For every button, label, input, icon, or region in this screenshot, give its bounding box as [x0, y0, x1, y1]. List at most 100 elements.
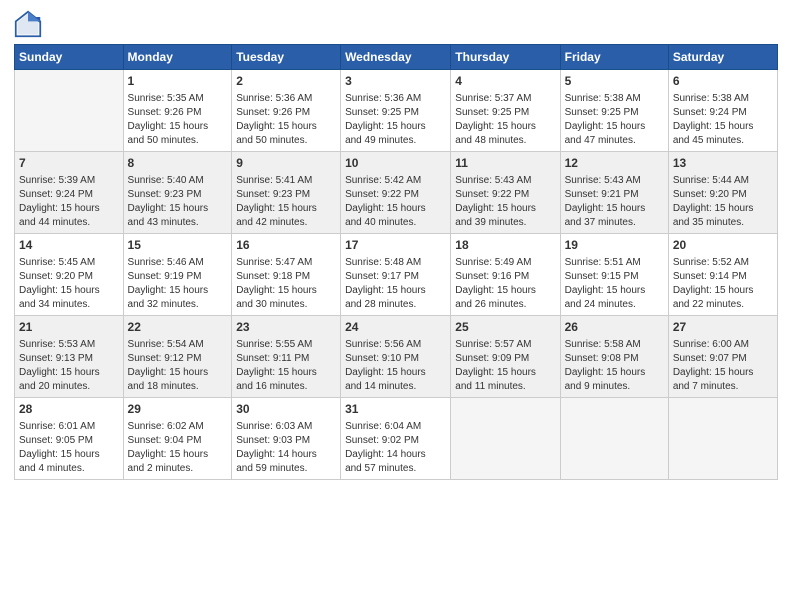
calendar-week-row: 14 Sunrise: 5:45 AM Sunset: 9:20 PM Dayli… — [15, 234, 778, 316]
cell-daylight-info: Sunrise: 5:49 AM Sunset: 9:16 PM Dayligh… — [455, 256, 555, 312]
day-number: 29 — [128, 401, 228, 418]
calendar-cell: 25 Sunrise: 5:57 AM Sunset: 9:09 PM Dayli… — [451, 316, 560, 398]
logo — [14, 10, 44, 38]
cell-daylight-info: Sunrise: 5:43 AM Sunset: 9:22 PM Dayligh… — [455, 174, 555, 230]
calendar-week-row: 21 Sunrise: 5:53 AM Sunset: 9:13 PM Dayli… — [15, 316, 778, 398]
day-number: 18 — [455, 237, 555, 254]
calendar-cell — [668, 398, 777, 480]
day-number: 10 — [345, 155, 446, 172]
cell-daylight-info: Sunrise: 5:41 AM Sunset: 9:23 PM Dayligh… — [236, 174, 336, 230]
cell-daylight-info: Sunrise: 5:52 AM Sunset: 9:14 PM Dayligh… — [673, 256, 773, 312]
calendar-cell: 9 Sunrise: 5:41 AM Sunset: 9:23 PM Daylig… — [232, 152, 341, 234]
day-number: 19 — [565, 237, 664, 254]
cell-daylight-info: Sunrise: 5:35 AM Sunset: 9:26 PM Dayligh… — [128, 92, 228, 148]
header — [14, 10, 778, 38]
calendar-cell: 24 Sunrise: 5:56 AM Sunset: 9:10 PM Dayli… — [341, 316, 451, 398]
calendar-week-row: 1 Sunrise: 5:35 AM Sunset: 9:26 PM Daylig… — [15, 70, 778, 152]
cell-daylight-info: Sunrise: 5:57 AM Sunset: 9:09 PM Dayligh… — [455, 338, 555, 394]
calendar-cell: 29 Sunrise: 6:02 AM Sunset: 9:04 PM Dayli… — [123, 398, 232, 480]
calendar-cell: 14 Sunrise: 5:45 AM Sunset: 9:20 PM Dayli… — [15, 234, 124, 316]
calendar-cell: 22 Sunrise: 5:54 AM Sunset: 9:12 PM Dayli… — [123, 316, 232, 398]
day-number: 20 — [673, 237, 773, 254]
calendar-cell: 28 Sunrise: 6:01 AM Sunset: 9:05 PM Dayli… — [15, 398, 124, 480]
day-number: 28 — [19, 401, 119, 418]
calendar-cell: 5 Sunrise: 5:38 AM Sunset: 9:25 PM Daylig… — [560, 70, 668, 152]
day-number: 27 — [673, 319, 773, 336]
calendar-cell — [451, 398, 560, 480]
calendar-cell: 10 Sunrise: 5:42 AM Sunset: 9:22 PM Dayli… — [341, 152, 451, 234]
calendar-table: SundayMondayTuesdayWednesdayThursdayFrid… — [14, 44, 778, 480]
weekday-header-tuesday: Tuesday — [232, 45, 341, 70]
calendar-week-row: 28 Sunrise: 6:01 AM Sunset: 9:05 PM Dayli… — [15, 398, 778, 480]
cell-daylight-info: Sunrise: 5:43 AM Sunset: 9:21 PM Dayligh… — [565, 174, 664, 230]
cell-daylight-info: Sunrise: 5:53 AM Sunset: 9:13 PM Dayligh… — [19, 338, 119, 394]
weekday-header-thursday: Thursday — [451, 45, 560, 70]
cell-daylight-info: Sunrise: 5:51 AM Sunset: 9:15 PM Dayligh… — [565, 256, 664, 312]
day-number: 4 — [455, 73, 555, 90]
calendar-cell: 21 Sunrise: 5:53 AM Sunset: 9:13 PM Dayli… — [15, 316, 124, 398]
day-number: 21 — [19, 319, 119, 336]
calendar-cell: 17 Sunrise: 5:48 AM Sunset: 9:17 PM Dayli… — [341, 234, 451, 316]
cell-daylight-info: Sunrise: 5:45 AM Sunset: 9:20 PM Dayligh… — [19, 256, 119, 312]
cell-daylight-info: Sunrise: 6:04 AM Sunset: 9:02 PM Dayligh… — [345, 420, 446, 476]
calendar-cell: 13Sunrise: 5:44 AM Sunset: 9:20 PM Dayli… — [668, 152, 777, 234]
calendar-cell: 23 Sunrise: 5:55 AM Sunset: 9:11 PM Dayli… — [232, 316, 341, 398]
day-number: 22 — [128, 319, 228, 336]
calendar-week-row: 7Sunrise: 5:39 AM Sunset: 9:24 PM Daylig… — [15, 152, 778, 234]
calendar-cell — [15, 70, 124, 152]
calendar-cell: 20 Sunrise: 5:52 AM Sunset: 9:14 PM Dayli… — [668, 234, 777, 316]
cell-daylight-info: Sunrise: 6:02 AM Sunset: 9:04 PM Dayligh… — [128, 420, 228, 476]
day-number: 31 — [345, 401, 446, 418]
day-number: 16 — [236, 237, 336, 254]
cell-daylight-info: Sunrise: 5:36 AM Sunset: 9:25 PM Dayligh… — [345, 92, 446, 148]
day-number: 14 — [19, 237, 119, 254]
cell-daylight-info: Sunrise: 5:37 AM Sunset: 9:25 PM Dayligh… — [455, 92, 555, 148]
day-number: 23 — [236, 319, 336, 336]
calendar-cell: 19 Sunrise: 5:51 AM Sunset: 9:15 PM Dayli… — [560, 234, 668, 316]
cell-daylight-info: Sunrise: 6:00 AM Sunset: 9:07 PM Dayligh… — [673, 338, 773, 394]
calendar-cell: 26 Sunrise: 5:58 AM Sunset: 9:08 PM Dayli… — [560, 316, 668, 398]
cell-daylight-info: Sunrise: 6:01 AM Sunset: 9:05 PM Dayligh… — [19, 420, 119, 476]
day-number: 26 — [565, 319, 664, 336]
calendar-cell: 31 Sunrise: 6:04 AM Sunset: 9:02 PM Dayli… — [341, 398, 451, 480]
cell-daylight-info: Sunrise: 5:38 AM Sunset: 9:25 PM Dayligh… — [565, 92, 664, 148]
calendar-cell: 3 Sunrise: 5:36 AM Sunset: 9:25 PM Daylig… — [341, 70, 451, 152]
cell-daylight-info: Sunrise: 5:38 AM Sunset: 9:24 PM Dayligh… — [673, 92, 773, 148]
calendar-page: SundayMondayTuesdayWednesdayThursdayFrid… — [0, 0, 792, 612]
calendar-cell: 8Sunrise: 5:40 AM Sunset: 9:23 PM Daylig… — [123, 152, 232, 234]
cell-daylight-info: Sunrise: 5:55 AM Sunset: 9:11 PM Dayligh… — [236, 338, 336, 394]
calendar-cell: 16Sunrise: 5:47 AM Sunset: 9:18 PM Dayli… — [232, 234, 341, 316]
calendar-cell — [560, 398, 668, 480]
day-number: 5 — [565, 73, 664, 90]
calendar-cell: 15Sunrise: 5:46 AM Sunset: 9:19 PM Dayli… — [123, 234, 232, 316]
cell-daylight-info: Sunrise: 5:56 AM Sunset: 9:10 PM Dayligh… — [345, 338, 446, 394]
cell-daylight-info: Sunrise: 5:39 AM Sunset: 9:24 PM Dayligh… — [19, 174, 119, 230]
day-number: 17 — [345, 237, 446, 254]
day-number: 25 — [455, 319, 555, 336]
weekday-header-sunday: Sunday — [15, 45, 124, 70]
cell-daylight-info: Sunrise: 5:36 AM Sunset: 9:26 PM Dayligh… — [236, 92, 336, 148]
day-number: 24 — [345, 319, 446, 336]
calendar-cell: 18 Sunrise: 5:49 AM Sunset: 9:16 PM Dayli… — [451, 234, 560, 316]
cell-daylight-info: Sunrise: 5:42 AM Sunset: 9:22 PM Dayligh… — [345, 174, 446, 230]
weekday-header-friday: Friday — [560, 45, 668, 70]
cell-daylight-info: Sunrise: 5:44 AM Sunset: 9:20 PM Dayligh… — [673, 174, 773, 230]
day-number: 1 — [128, 73, 228, 90]
day-number: 15 — [128, 237, 228, 254]
day-number: 9 — [236, 155, 336, 172]
day-number: 3 — [345, 73, 446, 90]
cell-daylight-info: Sunrise: 5:58 AM Sunset: 9:08 PM Dayligh… — [565, 338, 664, 394]
weekday-header-monday: Monday — [123, 45, 232, 70]
logo-icon — [14, 10, 42, 38]
day-number: 11 — [455, 155, 555, 172]
day-number: 6 — [673, 73, 773, 90]
cell-daylight-info: Sunrise: 5:54 AM Sunset: 9:12 PM Dayligh… — [128, 338, 228, 394]
calendar-cell: 2 Sunrise: 5:36 AM Sunset: 9:26 PM Daylig… — [232, 70, 341, 152]
calendar-cell: 12Sunrise: 5:43 AM Sunset: 9:21 PM Dayli… — [560, 152, 668, 234]
cell-daylight-info: Sunrise: 5:48 AM Sunset: 9:17 PM Dayligh… — [345, 256, 446, 312]
calendar-cell: 11 Sunrise: 5:43 AM Sunset: 9:22 PM Dayli… — [451, 152, 560, 234]
day-number: 2 — [236, 73, 336, 90]
calendar-cell: 27 Sunrise: 6:00 AM Sunset: 9:07 PM Dayli… — [668, 316, 777, 398]
calendar-cell: 4 Sunrise: 5:37 AM Sunset: 9:25 PM Daylig… — [451, 70, 560, 152]
cell-daylight-info: Sunrise: 6:03 AM Sunset: 9:03 PM Dayligh… — [236, 420, 336, 476]
